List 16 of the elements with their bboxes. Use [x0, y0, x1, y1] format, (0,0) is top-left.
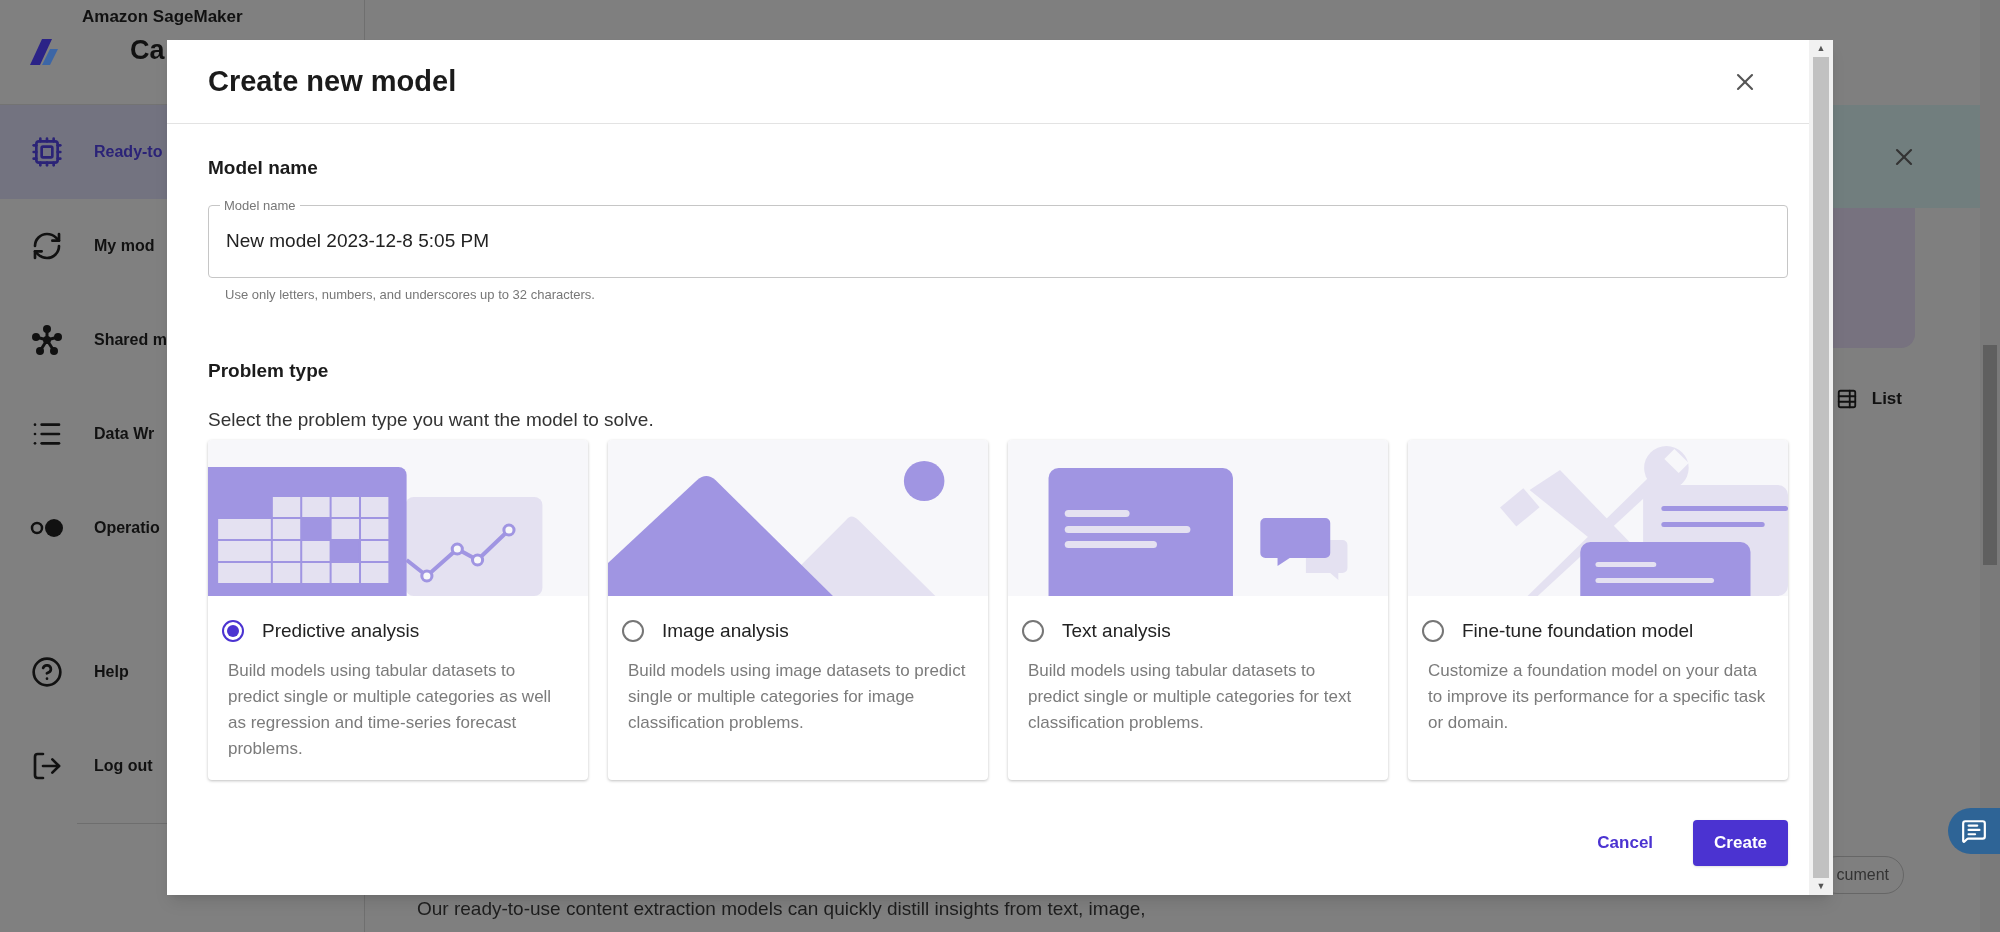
section-heading: Model name: [208, 156, 319, 180]
option-description: Build models using tabular datasets to predict single or multiple categories for text classification problems.: [1027, 659, 1353, 734]
instruction-text: Select the problem type you want the model to solve.: [208, 407, 655, 432]
option-title: Image analysis: [662, 619, 789, 643]
field-hint: Use only letters, numbers, and underscores up to 32 characters.: [224, 285, 596, 304]
option-description: Build models using tabular datasets to predict single or multiple categories as well as regression and time-series forecast problems.: [227, 659, 553, 760]
section-description: Our ready-to-use content extraction models can quickly distill insights from text, image,: [417, 898, 1147, 920]
option-title: Fine-tune foundation model: [1462, 619, 1694, 643]
option-title: Text analysis: [1062, 619, 1171, 643]
brand-name: Amazon SageMaker: [82, 6, 243, 28]
section-heading: Problem type: [208, 359, 330, 383]
option-description: Build models using image datasets to predict single or multiple categories for image classification problems.: [627, 659, 967, 734]
dialog-title: Create new model: [208, 63, 457, 99]
option-title: Predictive analysis: [262, 619, 420, 643]
app-name: Ca: [129, 33, 166, 67]
option-description: Customize a foundation model on your data to improve its performance for a specific task or domain.: [1427, 659, 1767, 734]
